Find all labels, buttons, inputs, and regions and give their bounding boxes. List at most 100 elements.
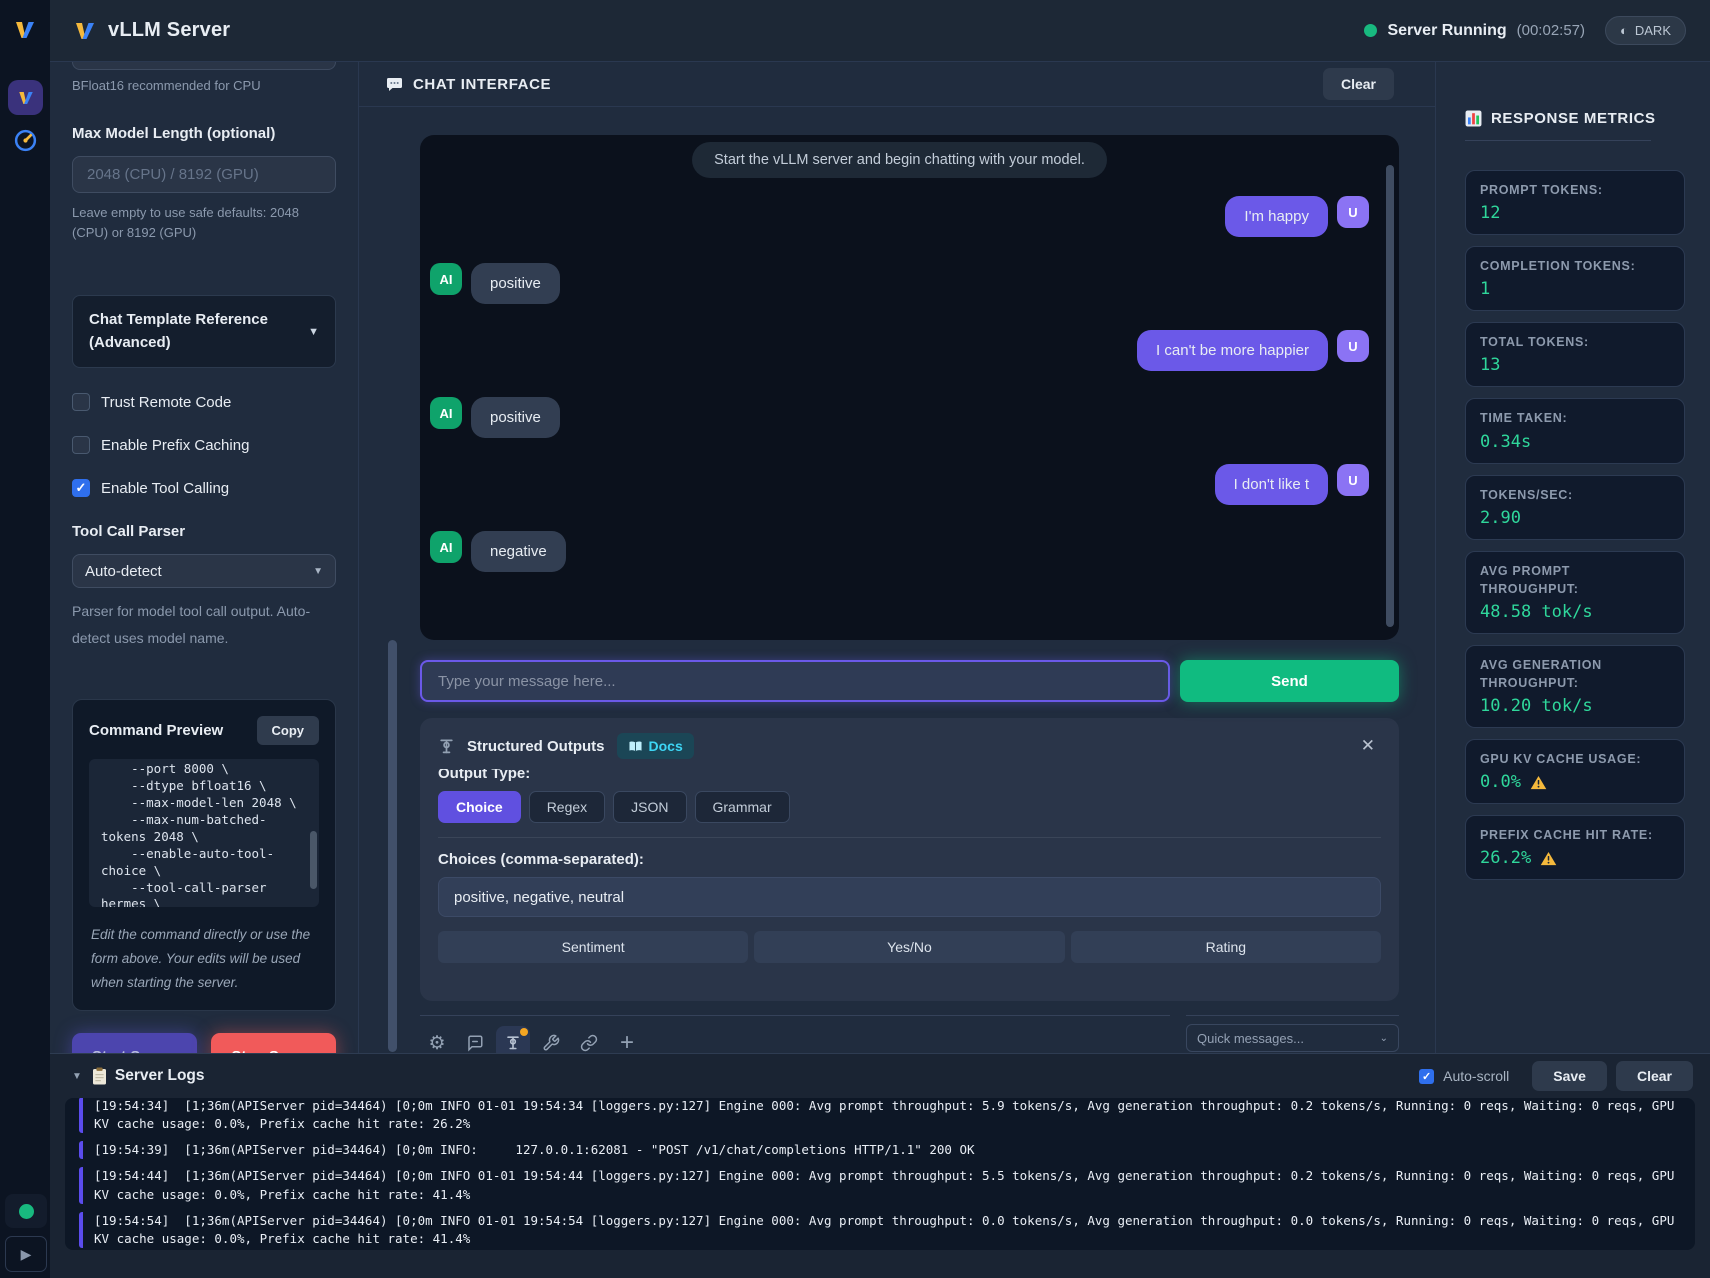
metrics-title: RESPONSE METRICS bbox=[1491, 110, 1656, 127]
panel-scrollbar-thumb[interactable] bbox=[388, 640, 397, 1052]
divider bbox=[1465, 140, 1651, 141]
metric-value: 0.0% bbox=[1480, 772, 1670, 792]
collapse-triangle-icon[interactable]: ▼ bbox=[72, 1071, 82, 1082]
choices-input[interactable] bbox=[438, 877, 1381, 917]
start-server-button[interactable]: Start Server bbox=[72, 1033, 197, 1053]
type-option-grammar[interactable]: Grammar bbox=[695, 791, 790, 823]
server-logs-title: Server Logs bbox=[115, 1067, 205, 1085]
response-metrics-panel: RESPONSE METRICS PROMPT TOKENS: 12 COMPL… bbox=[1436, 62, 1710, 1053]
type-option-json[interactable]: JSON bbox=[613, 791, 686, 823]
type-option-regex[interactable]: Regex bbox=[529, 791, 605, 823]
checkbox-trust-remote-code[interactable]: Trust Remote Code bbox=[72, 393, 336, 411]
metric-value: 10.20 tok/s bbox=[1480, 696, 1670, 716]
metric-label: AVG PROMPT THROUGHPUT: bbox=[1480, 562, 1670, 598]
ai-message-row: AI positive bbox=[430, 263, 1369, 304]
ai-message-bubble: positive bbox=[471, 397, 560, 438]
chat-clear-button[interactable]: Clear bbox=[1323, 68, 1394, 100]
checkbox-checked-icon: ✓ bbox=[72, 479, 90, 497]
log-list[interactable]: [19:54:34] [1;36m(APIServer pid=34464) [… bbox=[65, 1098, 1695, 1250]
metric-value: 2.90 bbox=[1480, 508, 1670, 528]
log-entry: [19:54:44] [1;36m(APIServer pid=34464) [… bbox=[79, 1167, 1681, 1203]
metric-value: 1 bbox=[1480, 279, 1670, 299]
metric-label: TIME TAKEN: bbox=[1480, 409, 1670, 427]
max-model-length-help: Leave empty to use safe defaults: 2048 (… bbox=[72, 203, 336, 243]
command-code[interactable]: --port 8000 \ --dtype bfloat16 \ --max-m… bbox=[101, 761, 307, 907]
chat-bubble-icon bbox=[386, 76, 403, 92]
half-moon-icon: ◐ bbox=[1620, 23, 1628, 38]
app-title: vLLM Server bbox=[108, 19, 230, 42]
autoscroll-checkbox[interactable]: ✓ Auto-scroll bbox=[1419, 1068, 1509, 1084]
rail-play-button[interactable]: ▶ bbox=[5, 1236, 47, 1272]
ai-message-bubble: positive bbox=[471, 263, 560, 304]
logs-clear-button[interactable]: Clear bbox=[1616, 1061, 1693, 1091]
metric-value: 12 bbox=[1480, 203, 1670, 223]
checkbox-tool-calling[interactable]: ✓ Enable Tool Calling bbox=[72, 479, 336, 497]
green-status-dot bbox=[19, 1204, 34, 1219]
ai-message-row: AI negative bbox=[430, 531, 1369, 572]
book-icon bbox=[628, 740, 643, 753]
preset-sentiment-button[interactable]: Sentiment bbox=[438, 931, 748, 963]
dtype-note: BFloat16 recommended for CPU bbox=[72, 78, 336, 93]
checkbox-prefix-caching[interactable]: Enable Prefix Caching bbox=[72, 436, 336, 454]
checkbox-checked-icon: ✓ bbox=[1419, 1069, 1434, 1084]
logs-save-button[interactable]: Save bbox=[1532, 1061, 1607, 1091]
copy-button[interactable]: Copy bbox=[257, 716, 320, 745]
structured-outputs-title: Structured Outputs bbox=[467, 738, 605, 755]
chat-template-toggle[interactable]: Chat Template Reference (Advanced) ▼ bbox=[72, 295, 336, 368]
left-rail: ▶ bbox=[0, 0, 50, 1278]
close-icon[interactable]: ✕ bbox=[1361, 736, 1375, 756]
max-model-length-input[interactable] bbox=[72, 156, 336, 193]
metric-value: 26.2% bbox=[1480, 848, 1670, 868]
autoscroll-label: Auto-scroll bbox=[1443, 1068, 1509, 1084]
send-button[interactable]: Send bbox=[1180, 660, 1399, 702]
divider bbox=[438, 837, 1381, 838]
vllm-logo-icon bbox=[72, 19, 98, 43]
metric-card-total-tokens: TOTAL TOKENS: 13 bbox=[1465, 322, 1685, 387]
structured-outputs-card: Structured Outputs Docs ✕ Output Type: C… bbox=[420, 718, 1399, 1001]
user-message-row: I don't like t U bbox=[430, 464, 1369, 505]
structured-output-icon bbox=[438, 738, 455, 755]
top-header: vLLM Server Server Running (00:02:57) ◐ … bbox=[50, 0, 1710, 62]
preset-yesno-button[interactable]: Yes/No bbox=[754, 931, 1064, 963]
checkbox-label: Enable Tool Calling bbox=[101, 480, 229, 497]
chevron-down-icon: ▼ bbox=[308, 326, 319, 338]
stop-server-button[interactable]: Stop Server bbox=[211, 1033, 336, 1053]
checkbox-unchecked-icon bbox=[72, 393, 90, 411]
ai-avatar: AI bbox=[430, 531, 462, 563]
chat-template-label: Chat Template Reference (Advanced) bbox=[89, 309, 308, 354]
chat-message-input[interactable] bbox=[420, 660, 1170, 702]
command-code-box[interactable]: --port 8000 \ --dtype bfloat16 \ --max-m… bbox=[89, 759, 319, 907]
command-note: Edit the command directly or use the for… bbox=[89, 923, 319, 994]
metric-label: GPU KV CACHE USAGE: bbox=[1480, 750, 1670, 768]
metric-label: AVG GENERATION THROUGHPUT: bbox=[1480, 656, 1670, 692]
chat-scrollbar-thumb[interactable] bbox=[1386, 165, 1394, 627]
bar-chart-icon bbox=[1465, 110, 1482, 127]
theme-toggle-button[interactable]: ◐ DARK bbox=[1605, 16, 1686, 45]
preset-rating-button[interactable]: Rating bbox=[1071, 931, 1381, 963]
metric-value: 0.34s bbox=[1480, 432, 1670, 452]
warning-icon bbox=[1530, 775, 1547, 790]
type-option-choice[interactable]: Choice bbox=[438, 791, 521, 823]
chat-header: CHAT INTERFACE Clear bbox=[359, 62, 1435, 107]
chat-panel: CHAT INTERFACE Clear Start the vLLM serv… bbox=[358, 62, 1436, 1053]
metric-card-prefix-cache-hit-rate: PREFIX CACHE HIT RATE: 26.2% bbox=[1465, 815, 1685, 880]
tool-call-parser-label: Tool Call Parser bbox=[72, 523, 336, 540]
log-entry: [19:54:39] [1;36m(APIServer pid=34464) [… bbox=[79, 1141, 1681, 1159]
metric-card-avg-prompt-throughput: AVG PROMPT THROUGHPUT: 48.58 tok/s bbox=[1465, 551, 1685, 634]
quick-messages-select[interactable]: Quick messages... ⌄ bbox=[1186, 1024, 1399, 1052]
rail-item-vllm[interactable] bbox=[8, 80, 43, 115]
dtype-select-clipped[interactable] bbox=[72, 62, 336, 70]
code-scrollbar-thumb[interactable] bbox=[310, 831, 317, 889]
metric-card-avg-generation-throughput: AVG GENERATION THROUGHPUT: 10.20 tok/s bbox=[1465, 645, 1685, 728]
checkbox-unchecked-icon bbox=[72, 436, 90, 454]
docs-link[interactable]: Docs bbox=[617, 733, 694, 759]
metric-label: TOKENS/SEC: bbox=[1480, 486, 1670, 504]
user-avatar: U bbox=[1337, 196, 1369, 228]
metric-card-tokens-per-sec: TOKENS/SEC: 2.90 bbox=[1465, 475, 1685, 540]
notification-dot bbox=[520, 1028, 528, 1036]
tool-call-parser-select[interactable]: Auto-detect ▼ bbox=[72, 554, 336, 588]
max-model-length-label: Max Model Length (optional) bbox=[72, 125, 336, 142]
gauge-icon[interactable] bbox=[13, 128, 38, 153]
message-list[interactable]: Start the vLLM server and begin chatting… bbox=[420, 135, 1399, 640]
tool-call-parser-help: Parser for model tool call output. Auto-… bbox=[72, 598, 336, 651]
